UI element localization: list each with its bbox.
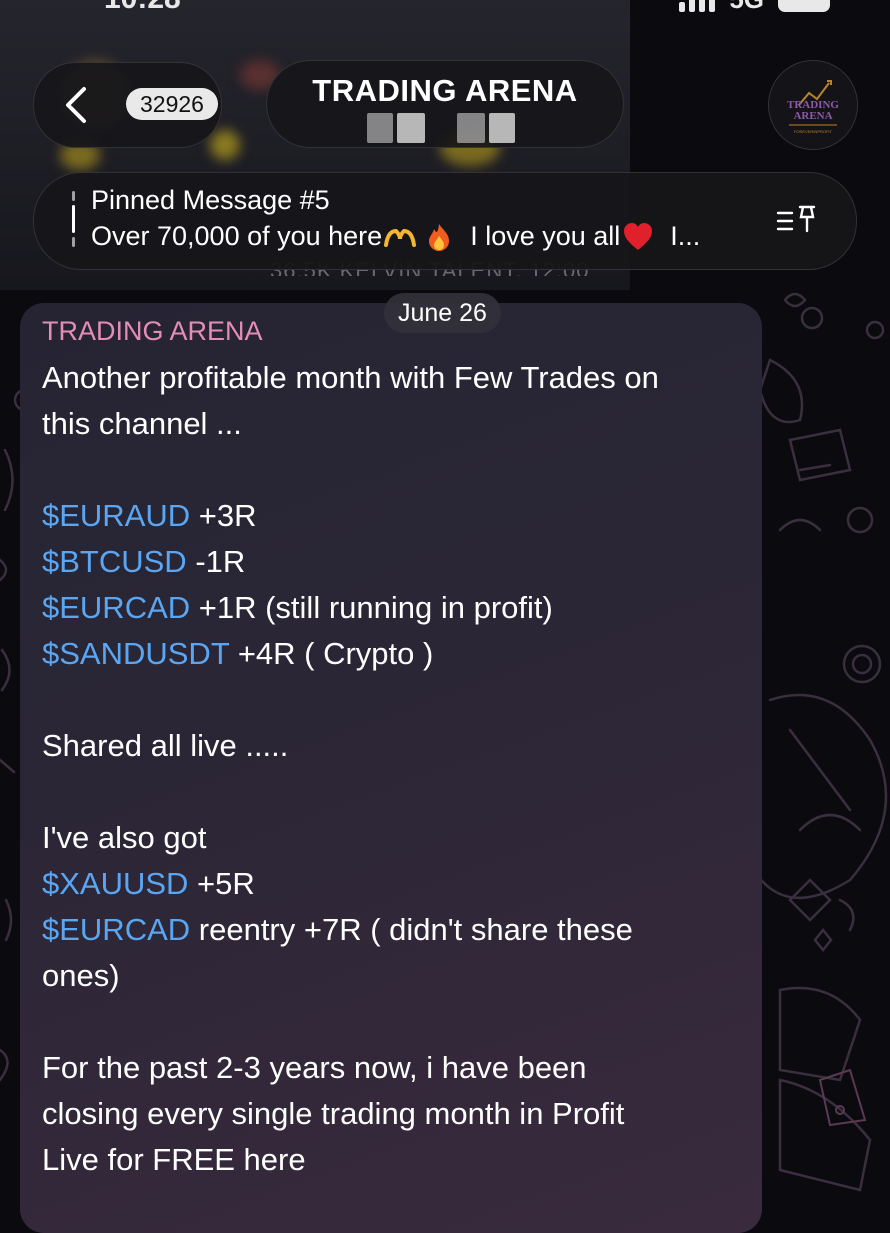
cashtag-link[interactable]: $XAUUSD (42, 866, 188, 901)
subscriber-count-redacted (367, 113, 393, 143)
svg-text:ARENA: ARENA (793, 110, 832, 122)
cashtag-link[interactable]: $SANDUSDT (42, 636, 229, 671)
signal-icon (679, 0, 716, 12)
trade-result: -1R (186, 544, 246, 579)
message-line: this channel ... (42, 406, 242, 441)
chat-title-button[interactable]: TRADING ARENA (266, 60, 624, 148)
pinned-title: Pinned Message #5 (91, 185, 330, 215)
message-line: For the past 2-3 years now, i have been (42, 1050, 587, 1085)
message-line: closing every single trading month in Pr… (42, 1096, 625, 1131)
trade-line: $BTCUSD -1R (42, 539, 742, 585)
cashtag-link[interactable]: $EURCAD (42, 590, 190, 625)
pinned-preview: Over 70,000 of you here I love you all I… (91, 221, 700, 252)
fire-emoji (429, 223, 450, 251)
trade-line: $EURAUD +3R (42, 493, 742, 539)
chevron-left-icon (66, 87, 86, 123)
back-button[interactable]: 32926 (33, 62, 222, 148)
trade-line: $SANDUSDT +4R ( Crypto ) (42, 631, 742, 677)
channel-avatar[interactable]: TRADING ARENA FOREVERINPROFIT (768, 60, 858, 150)
trade-result: reentry +7R ( didn't share these (190, 912, 633, 947)
cashtag-link[interactable]: $EURAUD (42, 498, 190, 533)
trade-line: $XAUUSD +5R (42, 861, 742, 907)
message-line: ones) (42, 958, 120, 993)
heart-hands-emoji (384, 228, 417, 247)
subscriber-count-redacted (489, 113, 515, 143)
network-type: 5G (729, 0, 764, 15)
message-line: I've also got (42, 820, 207, 855)
trading-arena-logo: TRADING ARENA FOREVERINPROFIT (769, 61, 857, 149)
message-line: Another profitable month with Few Trades… (42, 360, 659, 395)
date-chip: June 26 (384, 293, 501, 333)
subscriber-count-redacted (457, 113, 485, 143)
chat-title: TRADING ARENA (312, 73, 578, 108)
trade-result: +4R ( Crypto ) (229, 636, 434, 671)
pinned-text-b: I love you all (470, 221, 621, 251)
subscriber-count-redacted (397, 113, 425, 143)
trade-result: +3R (190, 498, 257, 533)
pinned-message-bar[interactable]: Pinned Message #5 Over 70,000 of you her… (33, 172, 857, 270)
trade-line: $EURCAD reentry +7R ( didn't share these (42, 907, 742, 953)
status-bar: 10:28 5G (0, 0, 890, 18)
pinned-list-icon[interactable] (776, 203, 818, 237)
message-line: Live for FREE here (42, 1142, 306, 1177)
svg-text:FOREVERINPROFIT: FOREVERINPROFIT (794, 129, 833, 134)
cashtag-link[interactable]: $BTCUSD (42, 544, 187, 579)
battery-icon (778, 0, 830, 12)
status-time: 10:28 (104, 0, 181, 16)
red-heart-emoji (624, 222, 653, 250)
pinned-text-a: Over 70,000 of you here (91, 221, 383, 251)
trade-result: +1R (still running in profit) (190, 590, 553, 625)
trade-line: $EURCAD +1R (still running in profit) (42, 585, 742, 631)
message-line: Shared all live ..... (42, 728, 289, 763)
cashtag-link[interactable]: $EURCAD (42, 912, 190, 947)
pinned-text-c: I... (670, 221, 701, 251)
unread-count-badge: 32926 (126, 88, 218, 120)
status-indicators: 5G (679, 0, 830, 15)
message-text: Another profitable month with Few Trades… (42, 355, 742, 1183)
trade-result: +5R (188, 866, 255, 901)
message-sender[interactable]: TRADING ARENA (42, 316, 263, 347)
pinned-indicator (72, 191, 75, 253)
